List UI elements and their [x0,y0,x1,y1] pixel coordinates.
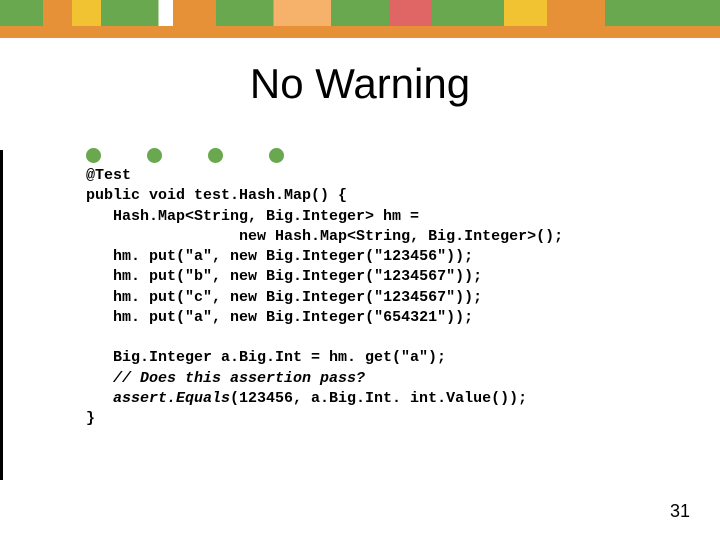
banner-underline [0,26,720,38]
code-text: Big.Integer("1234567")); [257,268,482,285]
code-line: Big.Integer a.Big.Int = hm. get("a"); [86,349,446,366]
dot-icon [208,148,223,163]
top-banner [0,0,720,26]
code-text [86,228,239,245]
keyword: public void [86,187,185,204]
left-rule [0,150,3,480]
code-line: } [86,410,95,427]
code-text: Big.Integer("1234567")); [257,289,482,306]
code-text: hm. put("a", [86,248,230,265]
code-text: (123456, a.Big.Int. int.Value()); [230,390,527,407]
code-text: hm. put("c", [86,289,230,306]
keyword: new [239,228,266,245]
keyword: new [230,248,257,265]
code-line: Hash.Map<String, Big.Integer> hm = [86,208,419,225]
code-text: Big.Integer("654321")); [257,309,473,326]
slide-title: No Warning [0,60,720,108]
slide: No Warning @Test public void test.Hash.M… [0,0,720,540]
keyword: new [230,289,257,306]
keyword: new [230,309,257,326]
code-text: Big.Integer("123456")); [257,248,473,265]
dot-icon [86,148,101,163]
code-text: assert.Equals [86,390,230,407]
code-text: hm. put("b", [86,268,230,285]
comment: // Does this assertion pass? [86,370,365,387]
keyword: new [230,268,257,285]
code-text: hm. put("a", [86,309,230,326]
dot-icon [269,148,284,163]
page-number: 31 [670,501,690,522]
code-text: test.Hash.Map() { [185,187,347,204]
code-text: Hash.Map<String, Big.Integer>(); [266,228,563,245]
code-block: @Test public void test.Hash.Map() { Hash… [86,166,676,429]
bullet-dots [86,148,284,163]
code-line: @Test [86,167,131,184]
dot-icon [147,148,162,163]
